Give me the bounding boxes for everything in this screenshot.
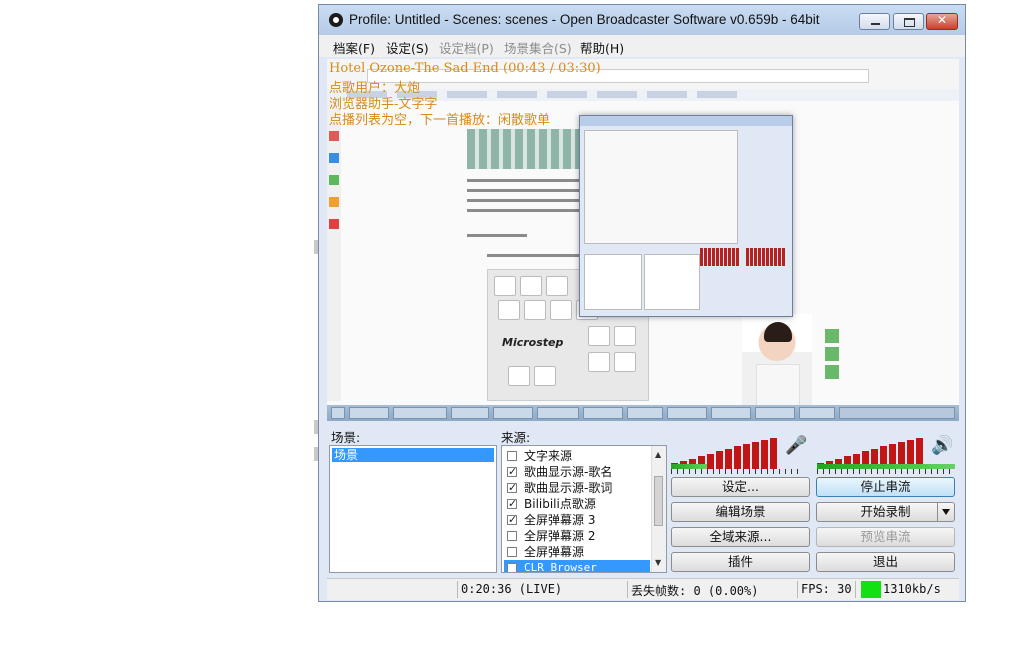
preview-keyboard-brand: Microstep	[502, 336, 564, 349]
source-checkbox[interactable]	[507, 451, 517, 461]
preview-nested-obs-window	[579, 115, 793, 317]
dropped-frames: 丢失帧数: 0 (0.00%)	[631, 584, 759, 598]
exit-button[interactable]: 退出	[816, 552, 955, 572]
microphone-icon[interactable]: 🎤	[785, 435, 807, 456]
plugins-button[interactable]: 插件	[671, 552, 810, 572]
start-record-label: 开始录制	[860, 504, 911, 519]
menu-file[interactable]: 档案(F)	[333, 38, 375, 57]
close-icon: ✕	[936, 13, 948, 27]
bitrate-readout: 1310kb/s	[883, 582, 941, 596]
scroll-down-icon[interactable]: ▼	[655, 558, 661, 567]
scenes-label: 场景:	[331, 430, 361, 445]
source-checkbox[interactable]	[507, 496, 517, 512]
stream-preview[interactable]: Microstep Hotel Ozone-The Sad End (00:43…	[327, 59, 959, 421]
source-checkbox[interactable]	[507, 563, 517, 572]
fps-readout: FPS: 30	[801, 582, 852, 596]
obs-logo-icon	[329, 13, 343, 27]
window-title: Profile: Untitled - Scenes: scenes - Ope…	[349, 12, 820, 27]
source-checkbox[interactable]	[507, 464, 517, 480]
menu-help[interactable]: 帮助(H)	[580, 38, 624, 57]
settings-button[interactable]: 设定...	[671, 477, 810, 497]
preview-stream-button[interactable]: 预览串流	[816, 527, 955, 547]
overlay-queue-status: 点播列表为空，下一首播放：闲散歌单	[329, 113, 551, 128]
menu-profiles[interactable]: 设定档(P)	[439, 38, 494, 57]
obs-window: Profile: Untitled - Scenes: scenes - Ope…	[318, 4, 966, 602]
status-bar: 0:20:36 (LIVE) 丢失帧数: 0 (0.00%) FPS: 30 1…	[327, 578, 959, 600]
source-checkbox[interactable]	[507, 547, 517, 557]
source-item-song-lyrics[interactable]: 歌曲显示源-歌词	[504, 480, 650, 496]
menu-settings[interactable]: 设定(S)	[386, 38, 429, 57]
preview-article-image	[467, 129, 587, 169]
source-item-danmaku[interactable]: 全屏弹幕源	[504, 544, 650, 560]
source-item-text[interactable]: 文字来源	[504, 448, 650, 464]
preview-person-image	[742, 314, 812, 411]
close-button[interactable]: ✕	[926, 13, 958, 30]
menu-scene-collections[interactable]: 场景集合(S)	[504, 38, 572, 57]
chevron-down-icon[interactable]	[937, 503, 954, 521]
title-bar[interactable]: Profile: Untitled - Scenes: scenes - Ope…	[319, 5, 965, 35]
source-item-bilibili[interactable]: Bilibili点歌源	[504, 496, 650, 512]
scene-item[interactable]: 场景	[332, 448, 494, 462]
sources-scrollbar[interactable]: ▲ ▼	[651, 446, 666, 572]
speaker-icon[interactable]: 🔊	[931, 435, 953, 456]
scrollbar-thumb[interactable]	[654, 476, 663, 526]
maximize-button[interactable]	[893, 13, 924, 30]
sources-label: 来源:	[501, 430, 531, 445]
overlay-song-title: Hotel Ozone-The Sad End (00:43 / 03:30)	[329, 61, 601, 76]
stop-stream-button[interactable]: 停止串流	[816, 477, 955, 497]
source-item-danmaku-2[interactable]: 全屏弹幕源 2	[504, 528, 650, 544]
stream-health-indicator	[861, 581, 881, 598]
global-sources-button[interactable]: 全域来源...	[671, 527, 810, 547]
scroll-up-icon[interactable]: ▲	[655, 450, 661, 459]
source-item-clr-browser[interactable]: CLR Browser	[504, 560, 650, 572]
source-item-danmaku-3[interactable]: 全屏弹幕源 3	[504, 512, 650, 528]
scenes-list[interactable]: 场景	[329, 445, 497, 573]
minimize-button[interactable]	[859, 13, 890, 30]
edit-scene-button[interactable]: 编辑场景	[671, 502, 810, 522]
source-checkbox[interactable]	[507, 480, 517, 496]
source-item-song-name[interactable]: 歌曲显示源-歌名	[504, 464, 650, 480]
menu-bar: 档案(F) 设定(S) 设定档(P) 场景集合(S) 帮助(H)	[319, 35, 965, 57]
start-record-button[interactable]: 开始录制	[816, 502, 955, 522]
source-checkbox[interactable]	[507, 512, 517, 528]
preview-side-icons	[327, 101, 341, 401]
stream-time: 0:20:36 (LIVE)	[461, 582, 563, 596]
source-checkbox[interactable]	[507, 531, 517, 541]
desktop-background	[0, 0, 318, 648]
sources-list[interactable]: 文字来源 歌曲显示源-歌名 歌曲显示源-歌词 Bilibili点歌源 全屏弹幕源…	[501, 445, 667, 573]
preview-taskbar	[327, 405, 959, 421]
